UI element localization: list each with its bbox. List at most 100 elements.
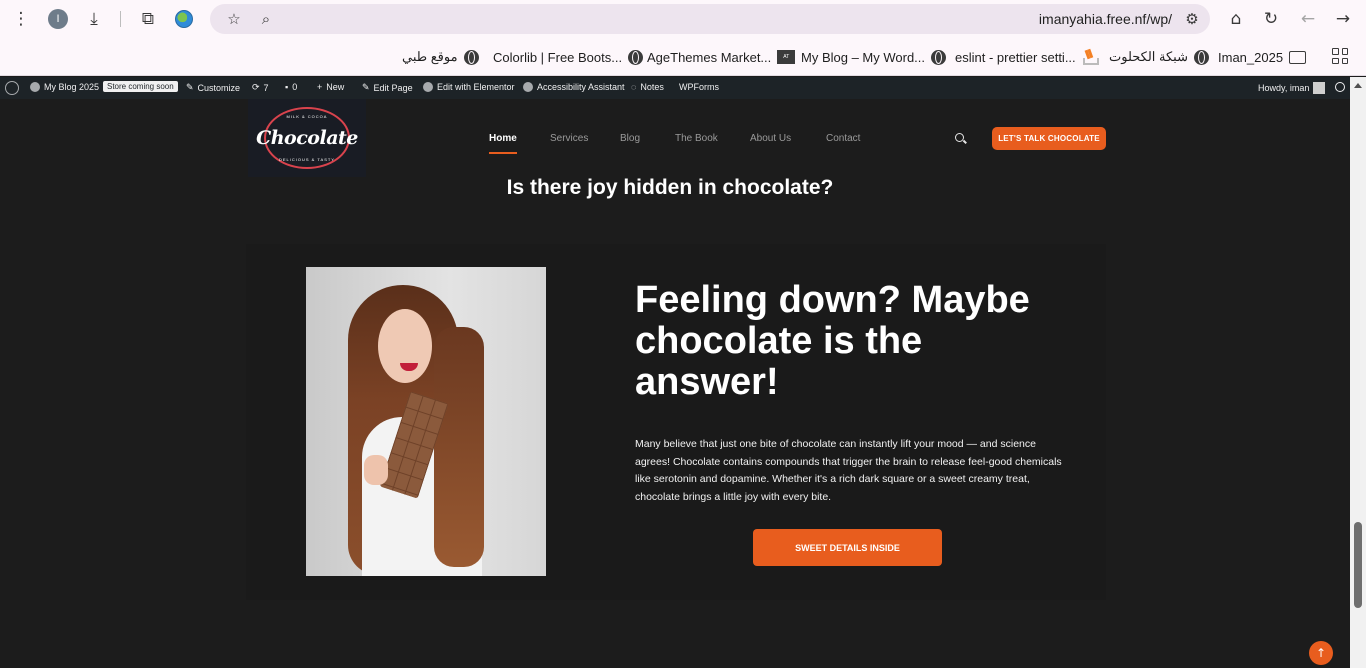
- nav-the-book[interactable]: The Book: [675, 133, 718, 144]
- download-icon[interactable]: ⤓: [82, 7, 106, 31]
- wordpress-icon[interactable]: [5, 81, 19, 95]
- bookmark-label: موقع طبي: [402, 49, 458, 64]
- profile-avatar[interactable]: I: [48, 9, 68, 29]
- admin-new[interactable]: + New: [317, 82, 344, 92]
- bookmark-item[interactable]: Colorlib | Free Boots...: [493, 48, 644, 66]
- bookmark-label: شبكة الكحلوت: [1109, 49, 1188, 64]
- admin-customize[interactable]: ✎ Customize: [186, 82, 240, 93]
- tune-icon[interactable]: ⚙: [1180, 7, 1204, 31]
- address-bar[interactable]: ☆ ⌕ imanyahia.free.nf/wp/ ⚙: [210, 4, 1210, 34]
- page-scrollbar[interactable]: [1350, 77, 1366, 668]
- home-icon[interactable]: ⌂: [1224, 7, 1248, 31]
- admin-edit-elementor[interactable]: Edit with Elementor: [423, 82, 515, 92]
- site-name-label: My Blog 2025: [44, 82, 100, 92]
- face-shape: [378, 309, 432, 383]
- bookmark-label: eslint - prettier setti...: [955, 49, 1076, 65]
- sweet-details-button[interactable]: SWEET DETAILS INSIDE: [753, 529, 942, 566]
- back-icon[interactable]: ←: [1296, 7, 1320, 31]
- nav-contact[interactable]: Contact: [826, 133, 860, 144]
- toolbar-divider: [120, 11, 121, 27]
- apps-grid-icon[interactable]: [1332, 48, 1348, 64]
- bookmark-label: AgeThemes Market...: [647, 49, 772, 65]
- customize-label: Customize: [197, 82, 241, 93]
- accessibility-label: Accessibility Assistant: [537, 82, 625, 92]
- extensions-icon[interactable]: ⧉: [136, 7, 160, 31]
- bookmark-item[interactable]: شبكة الكحلوت: [1109, 48, 1209, 66]
- search-icon[interactable]: [955, 133, 964, 142]
- globe-icon: [463, 49, 479, 65]
- wp-admin-bar: My Blog 2025 Store coming soon ✎ Customi…: [0, 77, 1350, 99]
- plus-icon: +: [317, 82, 323, 92]
- forward-icon[interactable]: →: [1331, 7, 1355, 31]
- nav-home[interactable]: Home: [489, 133, 517, 144]
- logo-ring: MILK & COCOA Chocolate DELICIOUS & TASTY: [256, 107, 358, 169]
- scroll-thumb[interactable]: [1354, 522, 1362, 608]
- bookmark-item[interactable]: AgeThemes Market... AT: [647, 48, 796, 66]
- comment-icon: ▪: [285, 82, 289, 92]
- search-icon[interactable]: [1335, 82, 1345, 92]
- admin-comments[interactable]: ▪ 0: [285, 82, 297, 92]
- brush-icon: ✎: [186, 82, 194, 92]
- pencil-icon: ✎: [362, 82, 370, 92]
- edit-elementor-label: Edit with Elementor: [437, 82, 515, 92]
- section-title: Is there joy hidden in chocolate?: [506, 176, 834, 199]
- bookmark-item[interactable]: eslint - prettier setti...: [955, 48, 1099, 66]
- admin-notes[interactable]: ◌ Notes: [631, 82, 664, 92]
- globe-icon: [931, 49, 947, 65]
- logo-text: Chocolate: [256, 127, 358, 149]
- comments-count: 0: [292, 82, 298, 92]
- scroll-up-icon[interactable]: [1354, 83, 1362, 88]
- bookmark-label: Colorlib | Free Boots...: [493, 49, 623, 65]
- extension-globe-icon[interactable]: [175, 10, 193, 28]
- dashboard-icon: [30, 82, 40, 92]
- browser-toolbar: ⋮ I ⤓ ⧉ ☆ ⌕ imanyahia.free.nf/wp/ ⚙ ⌂ ↻ …: [0, 0, 1366, 38]
- notes-label: Notes: [640, 82, 664, 92]
- updates-icon: ⟳: [252, 82, 260, 92]
- globe-icon: [1193, 49, 1209, 65]
- admin-accessibility[interactable]: Accessibility Assistant: [523, 82, 625, 92]
- site-logo[interactable]: MILK & COCOA Chocolate DELICIOUS & TASTY: [248, 99, 366, 177]
- scroll-to-top-icon[interactable]: ↑: [1309, 641, 1333, 665]
- url-text[interactable]: imanyahia.free.nf/wp/: [1039, 11, 1172, 27]
- new-label: New: [326, 82, 345, 92]
- nav-blog[interactable]: Blog: [620, 133, 640, 144]
- star-icon[interactable]: ☆: [222, 7, 246, 31]
- card-headline: Feeling down? Maybe chocolate is the ans…: [635, 279, 1030, 403]
- bookmark-item[interactable]: My Blog – My Word...: [801, 48, 947, 66]
- bookmark-label: Iman_2025: [1218, 49, 1284, 65]
- zoom-icon[interactable]: ⌕: [254, 7, 278, 31]
- logo-top-text: MILK & COCOA: [286, 114, 328, 119]
- stackoverflow-icon: [1082, 49, 1099, 65]
- notes-icon: ◌: [631, 82, 637, 92]
- wpforms-label: WPForms: [679, 82, 719, 92]
- avatar: [1313, 82, 1326, 94]
- bookmarks-bar: موقع طبي Colorlib | Free Boots... AgeThe…: [0, 38, 1366, 76]
- reload-icon[interactable]: ↻: [1259, 7, 1283, 31]
- updates-count: 7: [263, 82, 269, 93]
- accessibility-icon: [523, 82, 533, 92]
- admin-updates[interactable]: ⟳ 7: [252, 82, 269, 93]
- hair-strand-shape: [434, 327, 484, 567]
- woman-with-chocolate-image: [306, 267, 546, 576]
- nav-services[interactable]: Services: [550, 133, 588, 144]
- hand-shape: [364, 455, 388, 485]
- lets-talk-chocolate-button[interactable]: LET'S TALK CHOCOLATE: [992, 127, 1106, 150]
- bookmark-label: My Blog – My Word...: [801, 49, 926, 65]
- admin-edit-page[interactable]: ✎ Edit Page: [362, 82, 413, 93]
- howdy-label: Howdy, iman: [1258, 83, 1310, 93]
- admin-wpforms[interactable]: WPForms: [679, 82, 719, 92]
- bookmark-item[interactable]: موقع طبي: [402, 48, 479, 66]
- agethemes-icon: AT: [777, 50, 796, 64]
- admin-account[interactable]: Howdy, iman: [1258, 82, 1326, 94]
- store-badge[interactable]: Store coming soon: [103, 81, 178, 92]
- store-badge-label: Store coming soon: [103, 81, 178, 92]
- nav-about-us[interactable]: About Us: [750, 133, 791, 144]
- elementor-icon: [423, 82, 433, 92]
- active-nav-underline: [489, 152, 517, 154]
- admin-site-name[interactable]: My Blog 2025: [30, 82, 99, 92]
- edit-page-label: Edit Page: [373, 82, 413, 93]
- card-body-text: Many believe that just one bite of choco…: [635, 438, 1062, 503]
- site-header: MILK & COCOA Chocolate DELICIOUS & TASTY…: [0, 99, 1350, 179]
- menu-icon[interactable]: ⋮: [9, 7, 33, 31]
- bookmark-folder[interactable]: Iman_2025: [1218, 48, 1307, 66]
